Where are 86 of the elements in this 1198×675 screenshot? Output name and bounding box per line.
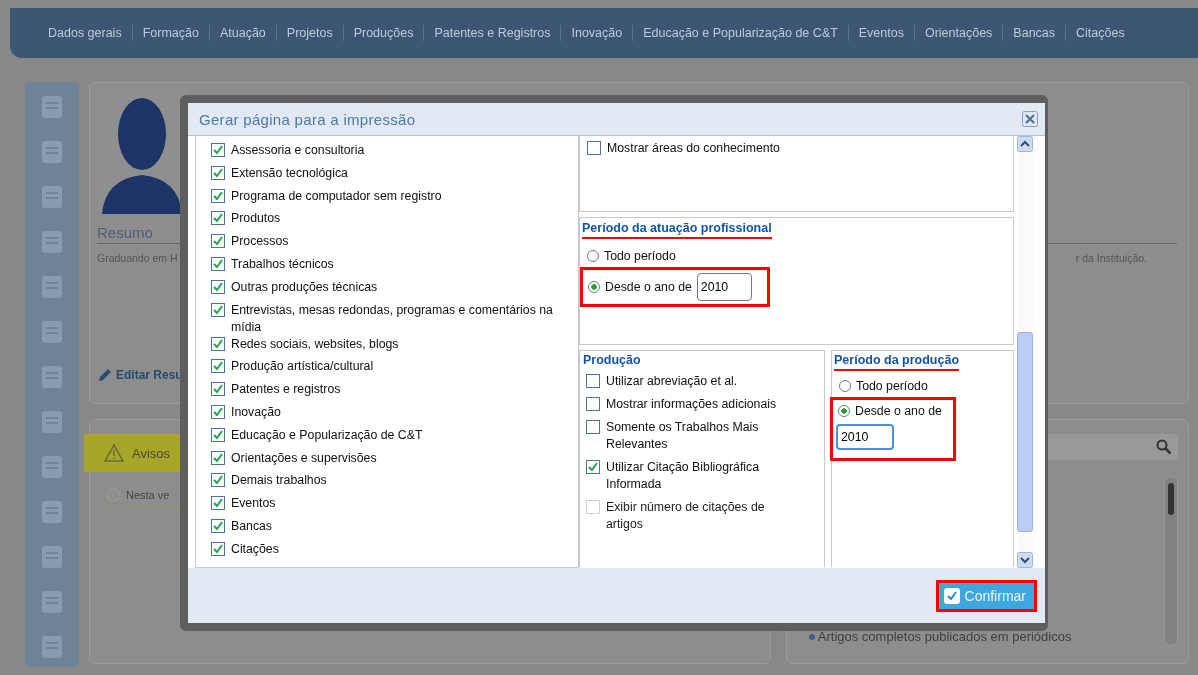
checkbox-label: Assessoria e consultoria xyxy=(231,142,365,159)
nav-link[interactable]: Patentes e Registros xyxy=(424,26,561,40)
scroll-up-icon[interactable] xyxy=(1017,136,1033,152)
checkbox[interactable] xyxy=(586,420,600,434)
checkbox-label: Mostrar informações adicionais xyxy=(606,396,777,413)
checkbox[interactable] xyxy=(211,336,225,351)
radio-button[interactable] xyxy=(588,281,600,293)
checkbox[interactable] xyxy=(211,496,225,511)
radio-button[interactable] xyxy=(839,380,851,392)
checkbox-label: Exibir número de citações de artigos xyxy=(606,499,766,533)
scrollbar[interactable] xyxy=(1164,476,1178,646)
scrollbar[interactable] xyxy=(1017,136,1035,568)
summary-text: Graduando em H xyxy=(97,252,178,264)
dialog-title: Gerar página para a impressão xyxy=(199,110,416,128)
checkbox-label: Outras produções técnicas xyxy=(231,278,378,296)
checkbox[interactable] xyxy=(211,165,225,180)
section-heading: Produção xyxy=(583,353,641,367)
checkbox[interactable] xyxy=(211,404,225,419)
checkbox[interactable] xyxy=(211,359,225,374)
checkbox[interactable] xyxy=(211,234,225,249)
checkbox[interactable] xyxy=(211,188,225,203)
checkbox[interactable] xyxy=(211,279,225,294)
year-input[interactable]: 2010 xyxy=(696,273,752,301)
nav-link[interactable]: Dados gerais xyxy=(38,26,132,40)
checkbox-label: Entrevistas, mesas redondas, programas e comentários na mídia xyxy=(231,301,554,336)
checkbox[interactable] xyxy=(211,518,225,533)
checkbox[interactable] xyxy=(587,141,601,155)
checkbox-label: Citações xyxy=(231,540,279,558)
nav-link[interactable]: Educação e Popularização de C&T xyxy=(633,26,848,40)
check-icon xyxy=(943,588,960,604)
checkbox-label: Trabalhos técnicos xyxy=(231,256,334,273)
checkbox-label: Eventos xyxy=(231,495,276,513)
checkbox[interactable] xyxy=(211,211,225,226)
checkbox[interactable] xyxy=(211,427,225,442)
checkbox-label: Inovação xyxy=(231,403,281,421)
checkbox-label: Programa de computador sem registro xyxy=(231,187,442,205)
checkbox-label: Orientações e supervisões xyxy=(231,449,377,467)
checkbox[interactable] xyxy=(586,460,600,474)
radio-label: Desde o ano de xyxy=(605,280,692,294)
radio-label: Todo período xyxy=(856,379,928,393)
notices-title: Avisos xyxy=(132,445,171,461)
checkbox[interactable] xyxy=(211,382,225,397)
checkbox-label: Demais trabalhos xyxy=(231,472,327,490)
nav-link[interactable]: Orientações xyxy=(914,26,1003,40)
nav-link[interactable]: Eventos xyxy=(848,26,914,40)
nav-link[interactable]: Bancas xyxy=(1003,26,1066,40)
checkbox[interactable] xyxy=(211,302,225,317)
notice-text: Nesta ve xyxy=(126,489,170,501)
pencil-icon xyxy=(97,367,113,383)
section-heading: Período da produção xyxy=(834,353,959,371)
radio-label: Desde o ano de xyxy=(855,404,942,418)
search-icon xyxy=(1156,439,1172,455)
nav-link[interactable]: Formação xyxy=(132,26,209,40)
bullet-icon xyxy=(808,633,815,640)
section-heading: Período da atuação profissional xyxy=(582,221,772,239)
scroll-down-icon[interactable] xyxy=(1017,552,1033,568)
checkbox-label: Produção artística/cultural xyxy=(231,358,374,376)
nav-link[interactable]: Projetos xyxy=(276,26,343,40)
checkbox-label: Patentes e registros xyxy=(231,381,341,399)
year-input[interactable]: 2010 xyxy=(836,424,894,450)
checkbox[interactable] xyxy=(211,143,225,157)
checkbox-label: Extensão tecnológica xyxy=(231,164,348,182)
checkbox[interactable] xyxy=(586,374,600,388)
radio-button[interactable] xyxy=(587,250,599,262)
checkbox-label: Somente os Trabalhos Mais Relevantes xyxy=(606,419,760,453)
checkbox-label: Mostrar áreas do conhecimento xyxy=(607,140,780,157)
list-item-text[interactable]: Artigos completos publicados em periódicos xyxy=(817,629,1072,644)
nav-link[interactable]: Atuação xyxy=(209,26,276,40)
radio-label: Todo período xyxy=(604,249,676,263)
checkbox-label: Redes sociais, websites, blogs xyxy=(231,335,399,353)
checkbox[interactable] xyxy=(211,450,225,465)
close-icon[interactable] xyxy=(1022,111,1038,127)
checkbox-label: Bancas xyxy=(231,517,272,535)
nav-link[interactable]: Citações xyxy=(1066,26,1135,40)
warning-icon xyxy=(104,444,124,462)
checkbox-label: Utilizar Citação Bibliográfica Informada xyxy=(606,459,761,493)
radio-button[interactable] xyxy=(838,405,850,417)
confirm-button[interactable]: Confirmar xyxy=(935,580,1037,612)
checkbox-label: Educação e Popularização de C&T xyxy=(231,426,423,444)
checkbox-label: Utilizar abreviação et al. xyxy=(606,373,738,390)
nav-link[interactable]: Inovação xyxy=(561,26,633,40)
checkbox[interactable] xyxy=(211,541,225,556)
nav-link[interactable]: Produções xyxy=(343,26,424,40)
checkbox[interactable] xyxy=(586,397,600,411)
checkbox[interactable] xyxy=(211,257,225,271)
checkbox[interactable] xyxy=(211,473,225,488)
